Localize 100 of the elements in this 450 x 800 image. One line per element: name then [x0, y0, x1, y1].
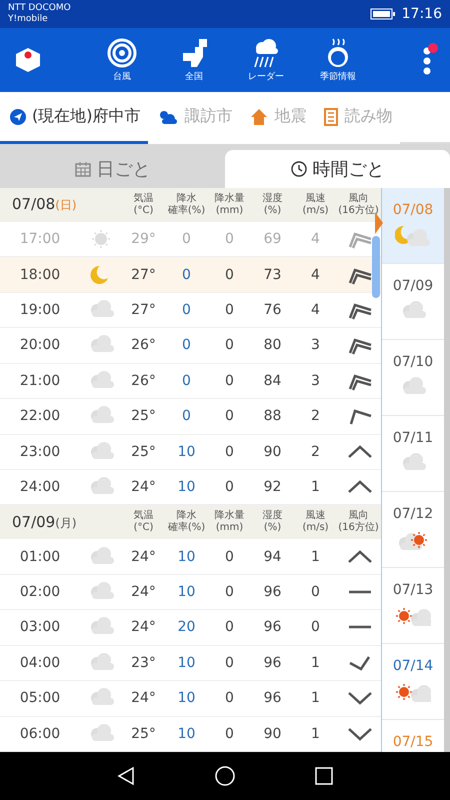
humidity-cell-text: 96 [262, 690, 282, 706]
column-header: 風速 (m/s) [301, 510, 330, 534]
wind-direction-icon [346, 654, 372, 672]
carrier-name: NTT DOCOMO [8, 3, 71, 14]
moon-cloud-icon [395, 224, 431, 248]
clock-time: 17:16 [402, 6, 442, 22]
precipitation-probability-cell-text: 10 [176, 584, 196, 600]
column-header: 降水 確率(%) [166, 510, 206, 534]
carrier-name: Y!mobile [8, 14, 49, 25]
precipitation-probability-cell-text: 0 [181, 408, 192, 424]
wind-speed-cell-text: 3 [310, 337, 321, 354]
pointer-icon [375, 212, 383, 234]
humidity-cell-text: 94 [262, 548, 282, 565]
temperature-cell-text: 24° [130, 690, 157, 706]
date-label: 07/11 [392, 430, 434, 446]
precipitation-cell-text: 0 [224, 337, 235, 354]
wind-speed-cell-text: 3 [310, 372, 321, 389]
precipitation-cell-text: 0 [224, 231, 235, 248]
humidity-cell-text: 84 [262, 372, 282, 389]
precipitation-cell-text: 0 [224, 690, 235, 706]
humidity-cell-text: 92 [262, 479, 282, 496]
nav-button[interactable]: 台風 [86, 38, 158, 82]
precipitation-cell-text: 0 [224, 372, 235, 389]
humidity-cell-text: 88 [262, 408, 282, 424]
recents-icon[interactable] [315, 767, 333, 785]
precipitation-probability-cell-text: 0 [181, 302, 192, 318]
nav-button[interactable]: 全国 [158, 38, 230, 82]
temperature-cell-text: 29° [130, 231, 157, 248]
menu-icon[interactable] [423, 47, 431, 75]
date-label: 07/12 [392, 506, 434, 522]
wind-direction-icon [346, 690, 372, 706]
precipitation-probability-cell-text: 10 [176, 444, 196, 460]
precipitation-cell-text: 0 [224, 444, 235, 460]
temperature-cell-text: 24° [130, 479, 157, 496]
wind-speed-cell-text: 1 [310, 479, 321, 496]
precipitation-probability-cell-text: 20 [176, 619, 196, 636]
precipitation-probability-cell-text: 0 [181, 372, 192, 389]
humidity-cell-text: 90 [262, 726, 282, 742]
wind-direction-icon [346, 479, 372, 496]
precipitation-cell-text: 0 [224, 302, 235, 318]
humidity-cell-text: 80 [262, 337, 282, 354]
nav-button[interactable]: レーダー [230, 38, 302, 82]
battery-icon [370, 8, 396, 20]
column-header: 気温 (°C) [132, 510, 154, 534]
back-icon[interactable] [117, 766, 135, 786]
time-cell-text: 02:00 [18, 584, 62, 600]
column-header: 風向 (16方位) [337, 192, 380, 217]
temperature-cell-text: 24° [130, 584, 157, 600]
temperature-cell-text: 26° [130, 337, 157, 354]
wind-speed-cell-text: 1 [310, 690, 321, 706]
time-cell-text: 20:00 [18, 337, 62, 354]
document-icon [324, 108, 338, 126]
precipitation-cell-text: 0 [224, 548, 235, 565]
humidity-cell-text: 96 [262, 619, 282, 636]
wind-speed-cell-text: 1 [310, 654, 321, 671]
app-logo-icon[interactable] [14, 46, 42, 74]
time-cell-text: 23:00 [18, 444, 62, 460]
wind-speed-cell-text: 1 [310, 726, 321, 742]
date-label: 07/15 [392, 734, 434, 750]
precipitation-cell-text: 0 [224, 619, 235, 636]
scrollbar[interactable] [372, 236, 380, 298]
spiral-icon [107, 38, 137, 68]
time-cell-text: 17:00 [18, 231, 62, 248]
home-icon[interactable] [215, 766, 235, 786]
temperature-cell-text: 26° [130, 372, 157, 389]
clock-icon [290, 161, 306, 177]
column-header: 降水 確率(%) [166, 192, 206, 217]
time-cell-text: 18:00 [18, 266, 62, 283]
precipitation-cell-text: 0 [224, 726, 235, 742]
temperature-cell-text: 23° [130, 654, 157, 671]
wind-speed-cell-text: 4 [310, 302, 321, 318]
time-cell-text: 06:00 [18, 726, 62, 742]
date-label: 07/13 [392, 582, 434, 598]
nav-button[interactable]: 季節情報 [302, 38, 374, 82]
humidity-cell-text: 73 [262, 266, 282, 283]
column-header: 降水量 (mm) [214, 510, 246, 534]
temperature-cell-text: 24° [130, 548, 157, 565]
precipitation-cell-text: 0 [224, 584, 235, 600]
temperature-cell-text: 24° [130, 619, 157, 636]
precipitation-probability-cell-text: 10 [176, 479, 196, 496]
humidity-cell-text: 76 [262, 302, 282, 318]
precipitation-cell-text: 0 [224, 654, 235, 671]
column-header: 風速 (m/s) [301, 192, 330, 217]
temperature-cell-text: 25° [130, 726, 157, 742]
column-header: 気温 (°C) [132, 192, 154, 217]
column-header: 湿度 (%) [262, 192, 284, 217]
view-tab[interactable]: 時間ごと [225, 150, 450, 188]
temperature-cell-text: 27° [130, 302, 157, 318]
date-heading: 07/09(月) [11, 512, 78, 532]
view-tab[interactable]: 日ごと [0, 150, 225, 188]
wind-direction-icon [346, 548, 372, 565]
temperature-cell-text: 25° [130, 408, 157, 424]
precipitation-cell-text: 0 [224, 408, 235, 424]
calendar-icon [74, 161, 90, 177]
wind-speed-cell-text: 0 [310, 619, 321, 636]
temperature-cell-text: 27° [130, 266, 157, 283]
wind-direction-icon [346, 444, 372, 460]
column-header: 風向 (16方位) [337, 510, 380, 534]
date-label: 07/09 [392, 278, 434, 294]
precipitation-probability-cell-text: 10 [176, 690, 196, 706]
